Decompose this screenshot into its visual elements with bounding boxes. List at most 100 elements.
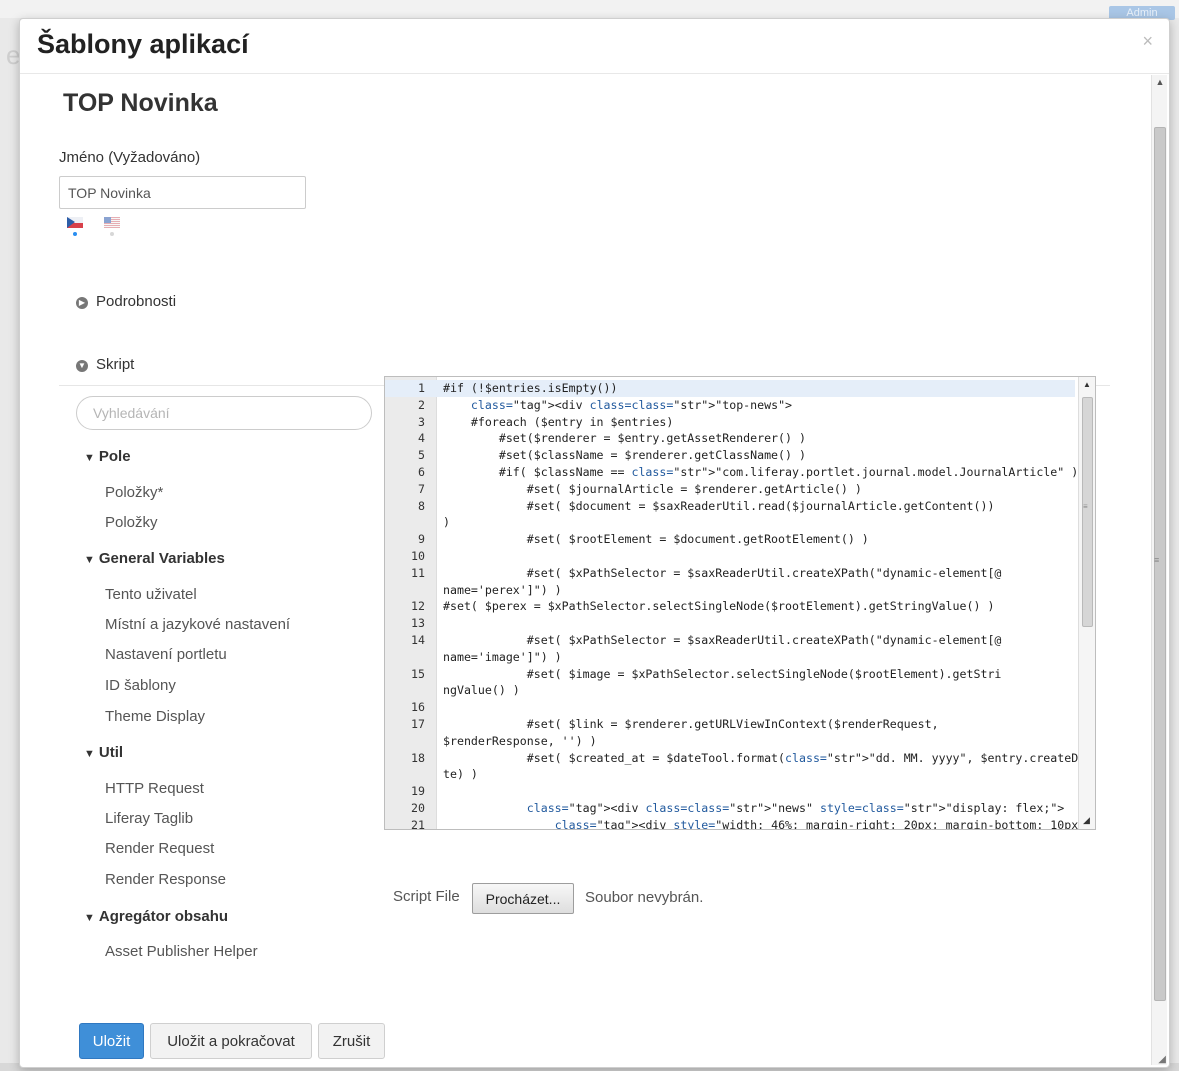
palette-item[interactable]: Položky* [105, 484, 163, 501]
scroll-up-arrow-icon[interactable]: ▲ [1152, 77, 1168, 91]
code-text[interactable]: $renderResponse, '') ) [385, 733, 597, 750]
palette-group-pole[interactable]: ▼ Pole [84, 448, 131, 465]
code-line[interactable]: $renderResponse, '') ) [385, 733, 1075, 750]
palette-item[interactable]: Asset Publisher Helper [105, 943, 258, 960]
line-number: 21 [411, 817, 425, 830]
palette-item[interactable]: ID šablony [105, 677, 176, 694]
code-line[interactable]: 17 #set( $link = $renderer.getURLViewInC… [385, 716, 1075, 733]
code-line[interactable]: 18 #set( $created_at = $dateTool.format(… [385, 750, 1085, 767]
code-text[interactable]: #set( $image = $xPathSelector.selectSing… [443, 666, 1002, 683]
code-text[interactable]: name='perex']") ) [385, 582, 562, 599]
dialog-header: Šablony aplikací × [20, 19, 1169, 74]
code-text[interactable]: #foreach ($entry in $entries) [443, 414, 673, 431]
code-text[interactable]: #if( $className == class="str">"com.life… [443, 464, 1078, 481]
code-text[interactable]: #set( $created_at = $dateTool.format(cla… [443, 750, 1085, 767]
code-text[interactable]: ngValue() ) [385, 682, 520, 699]
line-number: 9 [418, 532, 425, 547]
code-line[interactable]: ngValue() ) [385, 682, 1075, 699]
code-text[interactable]: ) [385, 514, 450, 531]
file-status-text: Soubor nevybrán. [585, 889, 704, 906]
script-editor[interactable]: 1 #if (!$entries.isEmpty()) 2 class="tag">… [384, 376, 1096, 830]
chevron-right-icon: ▶ [76, 297, 88, 309]
code-text[interactable]: #set( $perex = $xPathSelector.selectSing… [443, 598, 994, 615]
resize-handle-icon[interactable]: ◢ [1083, 815, 1090, 826]
browse-file-button[interactable]: Procházet... [472, 883, 574, 914]
palette-group-asset-publisher[interactable]: ▼ Agregátor obsahu [84, 908, 228, 925]
code-text[interactable]: #set( $xPathSelector = $saxReaderUtil.cr… [443, 632, 1002, 649]
script-file-label: Script File [393, 888, 460, 905]
palette-item[interactable]: HTTP Request [105, 780, 204, 797]
palette-item[interactable]: Místní a jazykové nastavení [105, 616, 290, 633]
code-text[interactable]: #set( $journalArticle = $renderer.getArt… [443, 481, 862, 498]
caret-down-icon: ▼ [84, 748, 95, 760]
cancel-button[interactable]: Zrušit [318, 1023, 385, 1059]
code-text[interactable]: #set($className = $renderer.getClassName… [443, 447, 806, 464]
palette-item[interactable]: Theme Display [105, 708, 205, 725]
code-text[interactable]: name='image']") ) [385, 649, 562, 666]
line-number: 1 [418, 381, 425, 395]
dialog-scrollbar[interactable]: ▲ ≡ ◢ [1151, 75, 1167, 1065]
code-line[interactable]: 15 #set( $image = $xPathSelector.selectS… [385, 666, 1075, 683]
scroll-up-arrow-icon[interactable]: ▲ [1083, 380, 1091, 389]
palette-search-input[interactable] [76, 396, 372, 430]
palette-item[interactable]: Položky [105, 514, 158, 531]
code-text[interactable]: class="tag"><div style="width: 46%; marg… [443, 817, 1079, 829]
details-panel-toggle[interactable]: ▶ Podrobnosti [76, 293, 176, 310]
code-line[interactable]: te) ) [385, 766, 1075, 783]
save-and-continue-button[interactable]: Uložit a pokračovat [150, 1023, 312, 1059]
code-text[interactable]: #if (!$entries.isEmpty()) [443, 380, 618, 397]
code-line[interactable]: 16 [385, 699, 1075, 716]
code-line[interactable]: 21 class="tag"><div style="width: 46%; m… [385, 817, 1079, 830]
code-line[interactable]: 6 #if( $className == class="str">"com.li… [385, 464, 1078, 481]
code-text[interactable]: #set( $link = $renderer.getURLViewInCont… [443, 716, 939, 733]
code-line[interactable]: name='image']") ) [385, 649, 1075, 666]
code-line[interactable]: 3 #foreach ($entry in $entries) [385, 414, 1075, 431]
name-field-label: Jméno (Vyžadováno) [59, 149, 201, 166]
code-line[interactable]: name='perex']") ) [385, 582, 1075, 599]
code-line[interactable]: 13 [385, 615, 1075, 632]
palette-item[interactable]: Liferay Taglib [105, 810, 193, 827]
palette-item[interactable]: Tento uživatel [105, 586, 197, 603]
code-line[interactable]: 19 [385, 783, 1075, 800]
code-text[interactable]: class="tag"><div class=class="str">"top-… [443, 397, 792, 414]
palette-item[interactable]: Render Request [105, 840, 214, 857]
editor-code-area[interactable]: 1 #if (!$entries.isEmpty()) 2 class="tag">… [385, 380, 1085, 830]
code-text[interactable]: class="tag"><div class=class="str">"news… [443, 800, 1065, 817]
code-line[interactable]: 20 class="tag"><div class=class="str">"n… [385, 800, 1075, 817]
code-line[interactable]: 14 #set( $xPathSelector = $saxReaderUtil… [385, 632, 1075, 649]
script-panel-toggle[interactable]: ▼ Skript [76, 356, 134, 373]
line-number: 8 [418, 498, 425, 513]
palette-group-label: General Variables [98, 550, 225, 567]
code-text[interactable]: te) ) [385, 766, 478, 783]
code-line[interactable]: ) [385, 514, 1075, 531]
us-flag-icon[interactable] [104, 217, 120, 228]
palette-item[interactable]: Render Response [105, 871, 226, 888]
code-line[interactable]: 11 #set( $xPathSelector = $saxReaderUtil… [385, 565, 1075, 582]
palette-group-label: Agregátor obsahu [98, 908, 229, 925]
resize-handle-icon[interactable]: ◢ [1158, 1054, 1166, 1065]
code-line[interactable]: 5 #set($className = $renderer.getClassNa… [385, 447, 1075, 464]
code-line[interactable]: 12 #set( $perex = $xPathSelector.selectSi… [385, 598, 1075, 615]
editor-scrollbar-thumb[interactable] [1082, 397, 1093, 627]
code-text[interactable]: #set( $rootElement = $document.getRootEl… [443, 531, 869, 548]
palette-item[interactable]: Nastavení portletu [105, 646, 227, 663]
palette-group-util[interactable]: ▼ Util [84, 744, 123, 761]
palette-group-general-variables[interactable]: ▼ General Variables [84, 550, 225, 567]
code-line[interactable]: 10 [385, 548, 1075, 565]
code-line[interactable]: 8 #set( $document = $saxReaderUtil.read(… [385, 498, 1075, 515]
line-number: 2 [418, 397, 425, 412]
code-line[interactable]: 9 #set( $rootElement = $document.getRoot… [385, 531, 1075, 548]
save-button[interactable]: Uložit [79, 1023, 144, 1059]
editor-scrollbar[interactable]: ▲ ≡ ◢ [1078, 377, 1095, 829]
code-line[interactable]: 7 #set( $journalArticle = $renderer.getA… [385, 481, 1075, 498]
code-line[interactable]: 2 class="tag"><div class=class="str">"to… [385, 397, 1075, 414]
name-input[interactable] [59, 176, 306, 209]
czech-flag-icon[interactable] [67, 217, 83, 228]
code-line[interactable]: 1 #if (!$entries.isEmpty()) [385, 380, 1075, 397]
code-text[interactable]: #set( $document = $saxReaderUtil.read($j… [443, 498, 995, 515]
code-line[interactable]: 4 #set($renderer = $entry.getAssetRender… [385, 430, 1075, 447]
line-number: 20 [411, 800, 425, 815]
code-text[interactable]: #set($renderer = $entry.getAssetRenderer… [443, 430, 806, 447]
close-icon[interactable]: × [1142, 31, 1153, 52]
code-text[interactable]: #set( $xPathSelector = $saxReaderUtil.cr… [443, 565, 1002, 582]
